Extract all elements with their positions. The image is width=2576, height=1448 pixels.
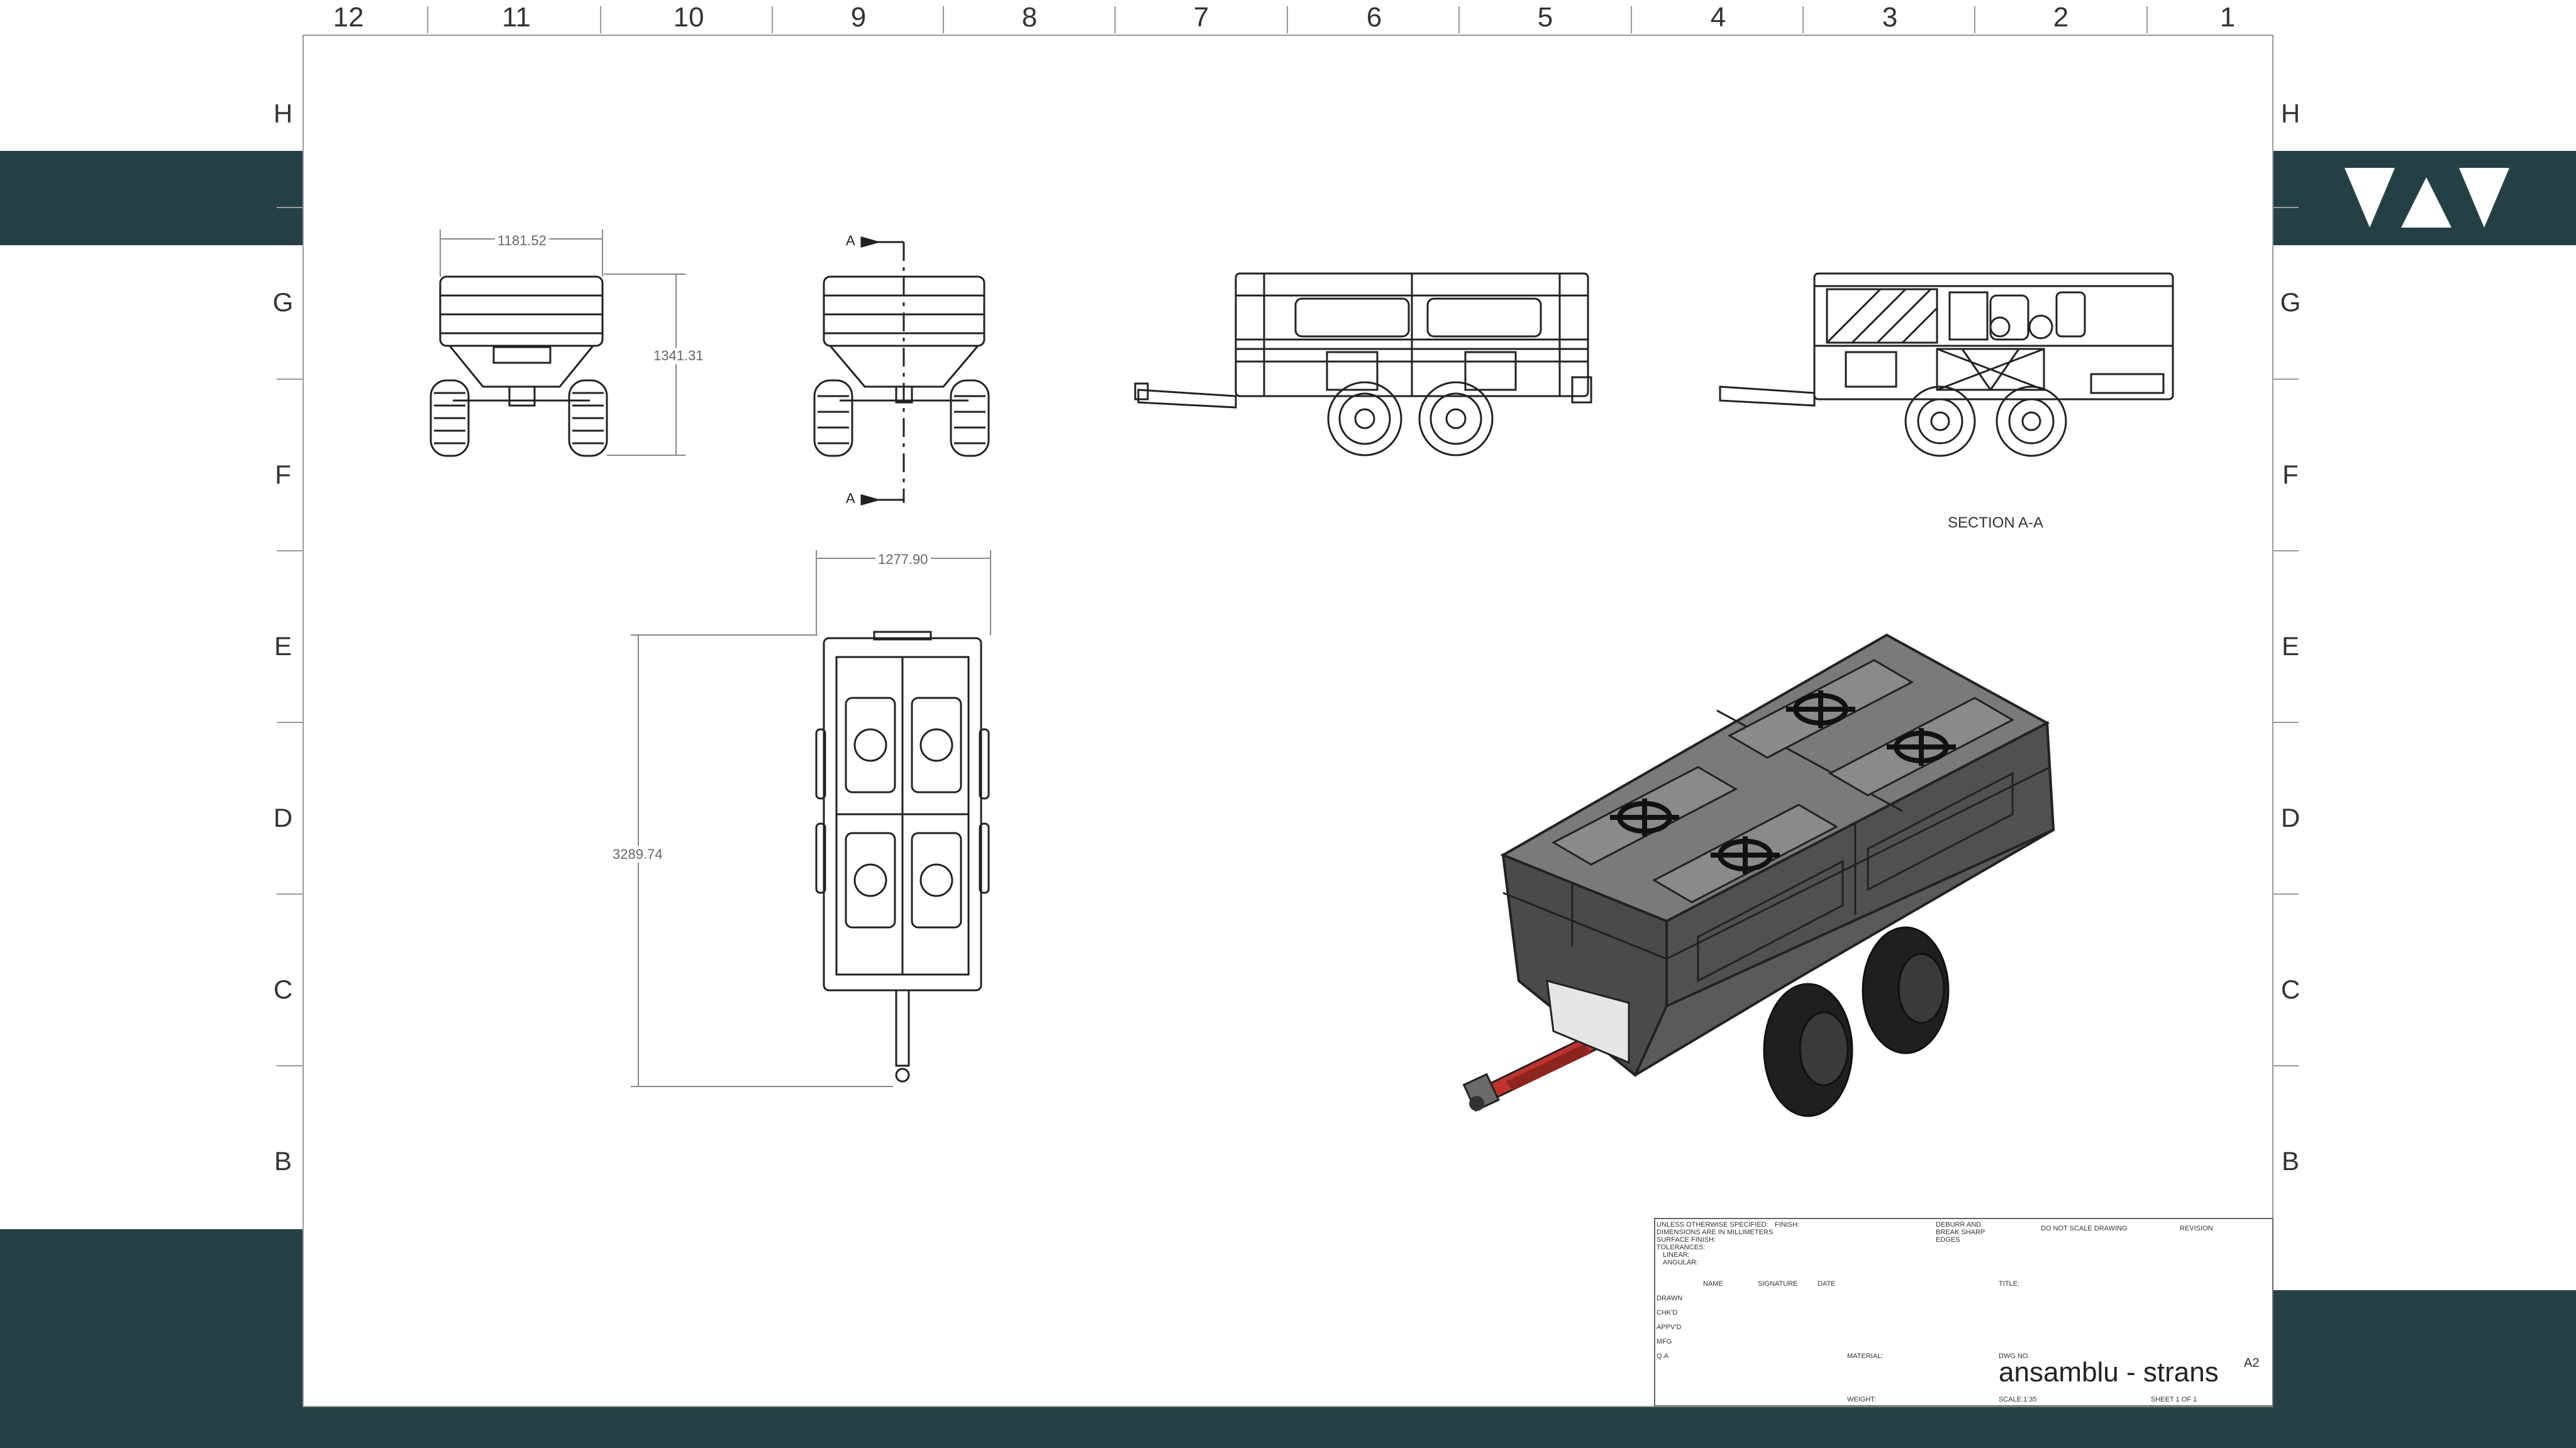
deburr-line-1: DEBURR AND: [1936, 1221, 1982, 1229]
deburr-line-2: BREAK SHARP: [1936, 1229, 1985, 1236]
material-label: MATERIAL:: [1847, 1352, 1884, 1360]
side-view: [1134, 272, 1592, 456]
header-name: NAME: [1703, 1280, 1723, 1288]
role-qa: Q.A: [1657, 1352, 1668, 1360]
scale-label: SCALE:1:35: [1999, 1396, 2037, 1403]
note-line-4: TOLERANCES:: [1657, 1244, 1706, 1251]
top-width-dimension: 1277.90: [875, 551, 931, 568]
note-line-6: ANGULAR:: [1663, 1259, 1699, 1266]
role-drawn: DRAWN: [1657, 1295, 1683, 1302]
drawing-number: ansamblu - strans: [1999, 1357, 2219, 1388]
rear-view: [430, 275, 608, 457]
header-signature: SIGNATURE: [1758, 1280, 1798, 1288]
section-mark-bottom: A: [846, 490, 855, 506]
note-line-2: DIMENSIONS ARE IN MILLIMETERS: [1657, 1229, 1774, 1236]
do-not-scale-label: DO NOT SCALE DRAWING: [2041, 1225, 2128, 1232]
section-line: [860, 236, 905, 506]
section-view: [1719, 272, 2174, 457]
note-line-1: UNLESS OTHERWISE SPECIFIED:: [1657, 1221, 1768, 1229]
role-mfg: MFG: [1657, 1338, 1672, 1346]
sheet-label: SHEET 1 OF 1: [2151, 1396, 2197, 1403]
note-line-5: LINEAR:: [1663, 1251, 1690, 1259]
title-label: TITLE:: [1999, 1280, 2020, 1288]
rear-width-dimension: 1181.52: [495, 233, 549, 249]
isometric-view: [1462, 633, 2055, 1117]
rear-height-dimension: 1341.31: [651, 348, 706, 364]
finish-label: FINISH:: [1775, 1221, 1800, 1229]
top-dimension-lines: [631, 550, 991, 1087]
note-line-3: SURFACE FINISH:: [1657, 1236, 1716, 1244]
top-view: [815, 631, 990, 1083]
weight-label: WEIGHT:: [1847, 1396, 1876, 1403]
role-checked: CHK'D: [1657, 1309, 1678, 1317]
deburr-line-3: EDGES: [1936, 1236, 1960, 1244]
role-approved: APPV'D: [1657, 1324, 1682, 1331]
front-view: [813, 275, 990, 457]
top-length-dimension: 3289.74: [610, 846, 665, 863]
paper-size: A2: [2244, 1356, 2260, 1370]
header-date: DATE: [1818, 1280, 1836, 1288]
section-label: SECTION A-A: [1948, 514, 2044, 531]
revision-label: REVISION: [2180, 1225, 2213, 1232]
rear-dimension-lines: [440, 229, 686, 456]
section-mark-top: A: [846, 233, 855, 248]
